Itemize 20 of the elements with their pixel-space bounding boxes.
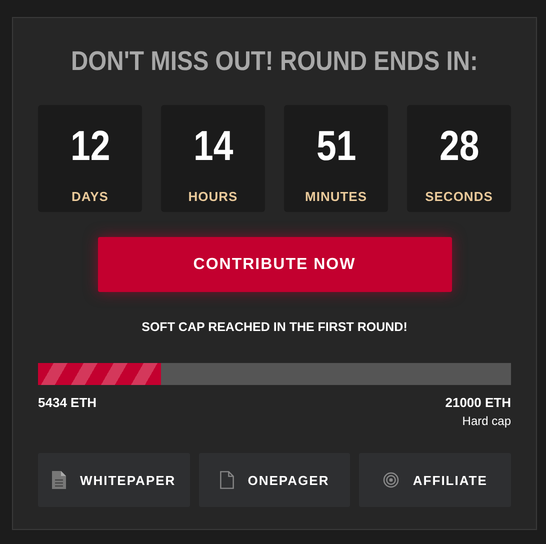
countdown-unit: MINUTES <box>305 188 367 206</box>
link-button[interactable]: WHITEPAPER <box>38 453 190 508</box>
countdown-value: 14 <box>193 125 233 167</box>
countdown-value: 28 <box>439 125 479 167</box>
page-icon <box>220 471 234 490</box>
countdown-unit: HOURS <box>188 188 238 206</box>
countdown-value: 12 <box>70 125 110 167</box>
document-icon <box>52 471 66 490</box>
countdown-value: 51 <box>316 125 356 167</box>
raised-amount: 5434 ETH <box>38 394 97 412</box>
link-button[interactable]: AFFILIATE <box>359 453 511 508</box>
countdown-unit: SECONDS <box>425 188 493 206</box>
contribute-button[interactable]: CONTRIBUTE NOW <box>98 237 452 292</box>
title: DON'T MISS OUT! ROUND ENDS IN: <box>70 48 479 75</box>
link-button[interactable]: ONEPAGER <box>198 453 350 508</box>
notice-text: SOFT CAP REACHED IN THE FIRST ROUND! <box>140 319 408 336</box>
hard-cap-label: Hard cap <box>462 413 511 430</box>
hard-cap-amount: 21000 ETH <box>445 394 511 412</box>
target-icon <box>382 472 399 488</box>
countdown-unit: DAYS <box>72 188 108 206</box>
